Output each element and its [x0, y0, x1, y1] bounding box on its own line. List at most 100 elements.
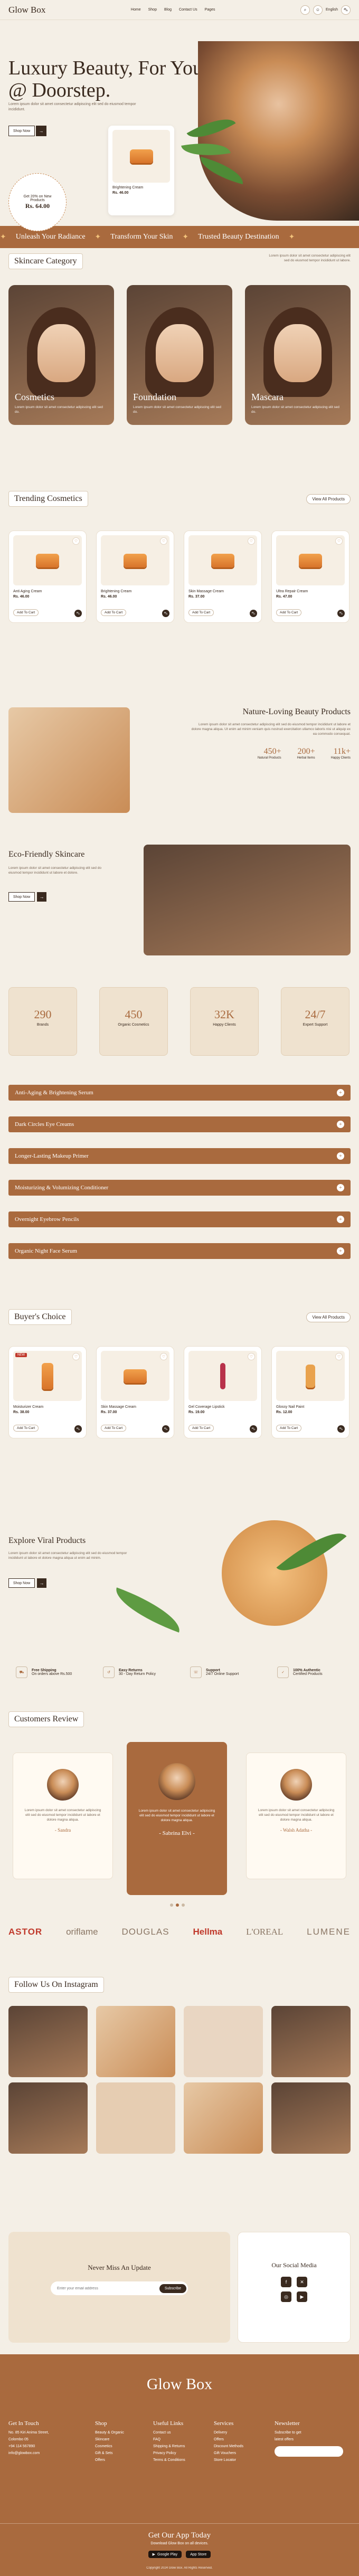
nav-blog[interactable]: Blog [164, 8, 172, 12]
footer-link[interactable]: Offers [214, 2436, 243, 2443]
instagram-post[interactable] [96, 2006, 175, 2077]
shop-now-button[interactable]: Shop Now [8, 126, 35, 136]
product-card[interactable]: ♡ Brightening Cream Rs. 46.00 Add To Car… [96, 531, 174, 623]
product-card[interactable]: ♡ Skin Massage Cream Rs. 37.00 Add To Ca… [96, 1346, 174, 1438]
instagram-post[interactable] [8, 2006, 88, 2077]
product-card[interactable]: NEW ♡ Moisturizer Cream Rs. 38.00 Add To … [8, 1346, 87, 1438]
product-card[interactable]: ♡ Gel Coverage Lipstick Rs. 19.00 Add To… [184, 1346, 262, 1438]
nav-pages[interactable]: Pages [205, 8, 215, 12]
logo[interactable]: Glow Box [8, 5, 45, 15]
plus-icon[interactable]: + [337, 1216, 344, 1223]
cart-icon[interactable]: ⛍ [337, 1425, 345, 1433]
plus-icon[interactable]: + [337, 1121, 344, 1128]
nav-contact[interactable]: Contact Us [179, 8, 197, 12]
add-to-cart-button[interactable]: Add To Cart [13, 609, 39, 616]
heart-icon[interactable]: ♡ [335, 1353, 343, 1360]
cart-icon[interactable]: ⛍ [250, 1425, 257, 1433]
accordion-item[interactable]: Anti-Aging & Brightening Serum + [8, 1085, 351, 1101]
instagram-post[interactable] [184, 2006, 263, 2077]
cart-icon[interactable]: ⛍ [341, 5, 351, 15]
carousel-dot[interactable] [176, 1903, 179, 1907]
heart-icon[interactable]: ♡ [160, 537, 167, 545]
hero-product-card[interactable]: Brightening Cream Rs. 46.00 [108, 126, 174, 215]
arrow-right-icon[interactable]: → [36, 126, 46, 136]
footer-link[interactable]: Terms & Conditions [153, 2457, 185, 2464]
arrow-right-icon[interactable]: → [37, 892, 46, 902]
instagram-post[interactable] [184, 2082, 263, 2154]
search-icon[interactable]: ⌕ [300, 5, 310, 15]
plus-icon[interactable]: + [337, 1152, 344, 1160]
cart-icon[interactable]: ⛍ [74, 610, 82, 617]
cart-icon[interactable]: ⛍ [162, 1425, 169, 1433]
brand-logo[interactable]: LUMENE [307, 1927, 351, 1937]
view-all-button[interactable]: View All Products [306, 1312, 351, 1322]
heart-icon[interactable]: ♡ [72, 537, 80, 545]
heart-icon[interactable]: ♡ [248, 1353, 255, 1360]
footer-link[interactable]: Beauty & Organic [95, 2429, 124, 2436]
email-input[interactable] [57, 2286, 152, 2290]
shop-now-button[interactable]: Shop Now [8, 1578, 35, 1588]
heart-icon[interactable]: ♡ [160, 1353, 167, 1360]
cart-icon[interactable]: ⛍ [250, 610, 257, 617]
accordion-item[interactable]: Overnight Eyebrow Pencils + [8, 1211, 351, 1227]
footer-link[interactable]: Contact us [153, 2429, 185, 2436]
plus-icon[interactable]: + [337, 1184, 344, 1191]
footer-link[interactable]: FAQ [153, 2436, 185, 2443]
footer-link[interactable]: Shipping & Returns [153, 2443, 185, 2450]
footer-link[interactable]: Store Locator [214, 2457, 243, 2464]
plus-icon[interactable]: + [337, 1089, 344, 1096]
footer-email-input[interactable] [275, 2446, 343, 2457]
brand-logo[interactable]: L'OREAL [246, 1927, 283, 1937]
product-card[interactable]: ♡ Skin Massage Cream Rs. 37.00 Add To Ca… [184, 531, 262, 623]
heart-icon[interactable]: ♡ [335, 537, 343, 545]
instagram-post[interactable] [8, 2082, 88, 2154]
carousel-dot[interactable] [170, 1903, 173, 1907]
nav-home[interactable]: Home [131, 8, 141, 12]
app-store-button[interactable]: App Store [186, 2551, 211, 2558]
product-card[interactable]: ♡ Ultra Repair Cream Rs. 47.00 Add To Ca… [271, 531, 349, 623]
add-to-cart-button[interactable]: Add To Cart [101, 1425, 127, 1432]
instagram-icon[interactable]: ◎ [281, 2291, 291, 2302]
footer-link[interactable]: Delivery [214, 2429, 243, 2436]
category-card-foundation[interactable]: Foundation Lorem ipsum dolor sit amet con… [127, 285, 232, 425]
accordion-item[interactable]: Moisturizing & Volumizing Conditioner + [8, 1180, 351, 1196]
heart-icon[interactable]: ♡ [72, 1353, 80, 1360]
heart-icon[interactable]: ♡ [248, 537, 255, 545]
accordion-item[interactable]: Longer-Lasting Makeup Primer + [8, 1148, 351, 1164]
accordion-item[interactable]: Dark Circles Eye Creams + [8, 1116, 351, 1132]
add-to-cart-button[interactable]: Add To Cart [276, 1425, 302, 1432]
instagram-post[interactable] [271, 2082, 351, 2154]
footer-link[interactable]: Skincare [95, 2436, 124, 2443]
footer-link[interactable]: Gift Vouchers [214, 2450, 243, 2457]
carousel-dot[interactable] [182, 1903, 185, 1907]
brand-logo[interactable]: Hellma [193, 1927, 222, 1937]
product-card[interactable]: ♡ Anti Aging Cream Rs. 46.00 Add To Cart… [8, 531, 87, 623]
shop-now-button[interactable]: Shop Now [8, 892, 35, 902]
cart-icon[interactable]: ⛍ [337, 610, 345, 617]
footer-logo[interactable]: Glow Box [0, 2375, 359, 2393]
product-card[interactable]: ♡ Glossy Nail Paint Rs. 12.00 Add To Car… [271, 1346, 349, 1438]
brand-logo[interactable]: oriflame [66, 1927, 98, 1937]
footer-link[interactable]: Gift & Sets [95, 2450, 124, 2457]
footer-link[interactable]: Offers [95, 2457, 124, 2464]
x-icon[interactable]: ✕ [297, 2277, 307, 2287]
cart-icon[interactable]: ⛍ [74, 1425, 82, 1433]
facebook-icon[interactable]: f [281, 2277, 291, 2287]
nav-shop[interactable]: Shop [148, 8, 157, 12]
footer-link[interactable]: Discount Methods [214, 2443, 243, 2450]
add-to-cart-button[interactable]: Add To Cart [13, 1425, 39, 1432]
instagram-post[interactable] [271, 2006, 351, 2077]
category-card-cosmetics[interactable]: Cosmetics Lorem ipsum dolor sit amet cons… [8, 285, 114, 425]
subscribe-button[interactable]: Subscribe [159, 2284, 186, 2293]
arrow-right-icon[interactable]: → [37, 1578, 46, 1588]
category-card-mascara[interactable]: Mascara Lorem ipsum dolor sit amet consec… [245, 285, 351, 425]
footer-link[interactable]: Cosmetics [95, 2443, 124, 2450]
view-all-button[interactable]: View All Products [306, 494, 351, 504]
cart-icon[interactable]: ⛍ [162, 610, 169, 617]
google-play-button[interactable]: ▶ Google Play [148, 2551, 182, 2558]
user-icon[interactable]: ☺ [313, 5, 323, 15]
add-to-cart-button[interactable]: Add To Cart [188, 609, 214, 616]
language-select[interactable]: English [326, 8, 338, 12]
brand-logo[interactable]: ASTOR [8, 1927, 42, 1937]
youtube-icon[interactable]: ▶ [297, 2291, 307, 2302]
